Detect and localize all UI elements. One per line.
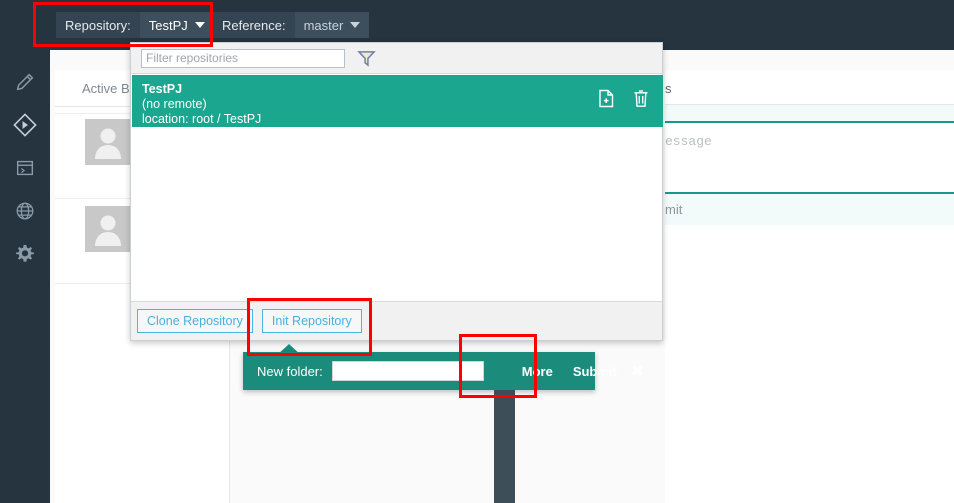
sidebar-rail (0, 50, 50, 503)
repository-item-remote: (no remote) (142, 97, 207, 111)
close-icon[interactable]: ✖ (631, 362, 644, 380)
sidebar-item-terminal[interactable] (0, 146, 50, 189)
globe-icon (14, 200, 36, 222)
sidebar-item-settings[interactable] (0, 232, 50, 275)
repository-item-name: TestPJ (142, 82, 183, 96)
gear-icon (13, 242, 37, 266)
submit-button[interactable]: Submit (573, 364, 617, 379)
reference-label: Reference: (213, 12, 295, 38)
app-root: Active Bra s essage mit Repository: Test… (0, 0, 954, 503)
commit-button[interactable]: mit (665, 202, 682, 217)
annotation-init-repository (247, 298, 372, 356)
bottom-dark-bar (494, 390, 515, 503)
chevron-down-icon (350, 22, 361, 28)
avatar (85, 206, 131, 252)
filter-repositories-input[interactable] (141, 48, 345, 68)
pencil-icon (14, 71, 36, 93)
commit-button-band[interactable] (665, 194, 954, 225)
commit-panel: s essage mit (665, 70, 954, 503)
new-folder-label: New folder: (257, 363, 323, 379)
panel-footer: Clone Repository Init Repository (131, 301, 662, 340)
repository-item-actions (598, 89, 649, 108)
annotation-repository-selector (33, 2, 213, 47)
sidebar-item-browser[interactable] (0, 189, 50, 232)
repository-dropdown-panel: TestPJ (no remote) location: root / Test… (130, 42, 663, 341)
repository-item-location: location: root / TestPJ (142, 112, 262, 126)
terminal-icon (14, 157, 36, 179)
panel-accent-line (665, 121, 954, 123)
avatar (85, 119, 131, 165)
sidebar-item-edit[interactable] (0, 60, 50, 103)
commit-message-input[interactable]: essage (665, 134, 712, 149)
reference-value: master (303, 17, 344, 33)
new-file-icon[interactable] (598, 89, 615, 108)
panel-header (131, 43, 662, 74)
reference-selector[interactable]: Reference: master (213, 12, 370, 38)
commit-panel-tab[interactable]: s (665, 81, 954, 96)
new-folder-toolbar: New folder: More Submit ✖ (243, 352, 643, 390)
funnel-icon[interactable] (357, 49, 376, 67)
clone-repository-button[interactable]: Clone Repository (137, 309, 253, 333)
git-diamond-icon (13, 112, 37, 137)
panel-band (665, 105, 954, 122)
repository-list-item[interactable]: TestPJ (no remote) location: root / Test… (132, 75, 663, 127)
reference-value-dropdown[interactable]: master (294, 12, 370, 38)
sidebar-item-source-control[interactable] (0, 103, 50, 146)
trash-icon[interactable] (633, 89, 649, 108)
annotation-more-button (459, 334, 537, 398)
